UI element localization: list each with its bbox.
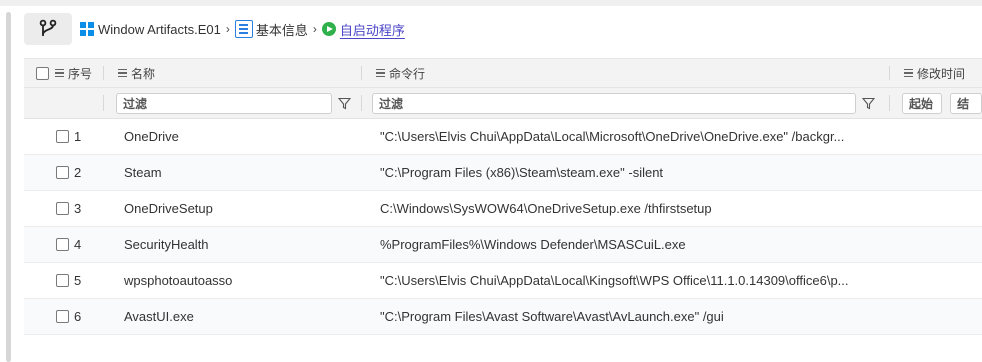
cell-index: 6 (24, 299, 104, 334)
row-index: 1 (74, 129, 82, 144)
cell-index: 4 (24, 227, 104, 262)
header-modified-label: 修改时间 (917, 66, 966, 81)
row-command: C:\Windows\SysWOW64\OneDriveSetup.exe /t… (380, 201, 712, 216)
row-checkbox[interactable] (56, 238, 69, 251)
cell-name: OneDriveSetup (104, 191, 362, 226)
column-menu-icon[interactable] (55, 69, 64, 77)
row-checkbox[interactable] (56, 274, 69, 287)
row-name: OneDrive (124, 129, 179, 144)
row-index: 4 (74, 237, 82, 252)
chevron-right-icon: › (225, 22, 230, 36)
breadcrumb-label: Window Artifacts.E01 (98, 21, 221, 37)
filter-icon[interactable] (862, 97, 875, 110)
column-menu-icon[interactable] (904, 69, 913, 77)
row-command: "C:\Program Files (x86)\Steam\steam.exe"… (380, 165, 664, 180)
row-name: OneDriveSetup (124, 201, 213, 216)
top-strip (0, 0, 982, 6)
breadcrumb-item-basic-info[interactable]: 基本信息 › (234, 20, 322, 39)
command-filter-input[interactable]: 过滤 (372, 92, 856, 114)
cell-index: 5 (24, 263, 104, 298)
breadcrumb-label: 自启动程序 (339, 22, 405, 38)
row-name: wpsphotoautoasso (124, 273, 233, 288)
cell-name: OneDrive (104, 119, 362, 154)
header-command-label: 命令行 (389, 66, 426, 81)
table-header: 序号 名称 命令行 修改时间 (24, 58, 982, 88)
branch-button[interactable] (24, 13, 72, 45)
header-name[interactable]: 名称 (104, 59, 362, 87)
cell-modified (890, 299, 982, 334)
cell-modified (890, 119, 982, 154)
cell-modified (890, 155, 982, 190)
row-command: "C:\Program Files\Avast Software\Avast\A… (380, 309, 724, 324)
breadcrumb-item-startup-programs[interactable]: 自启动程序 (321, 20, 405, 39)
row-checkbox[interactable] (56, 202, 69, 215)
table-row[interactable]: 3 OneDriveSetup C:\Windows\SysWOW64\OneD… (24, 191, 982, 227)
time-end-input[interactable]: 结 (950, 92, 982, 114)
row-checkbox[interactable] (56, 166, 69, 179)
table-row[interactable]: 6 AvastUI.exe "C:\Program Files\Avast So… (24, 299, 982, 335)
row-name: SecurityHealth (124, 237, 209, 252)
chevron-right-icon: › (312, 22, 317, 36)
cell-index: 1 (24, 119, 104, 154)
row-name: Steam (124, 165, 162, 180)
filter-row: 过滤 过滤 起始 结 (24, 88, 982, 119)
filter-index-cell (24, 88, 104, 118)
play-circle-icon (321, 22, 336, 36)
vertical-scrollbar[interactable] (6, 12, 11, 362)
row-checkbox[interactable] (56, 130, 69, 143)
table-row[interactable]: 1 OneDrive "C:\Users\Elvis Chui\AppData\… (24, 119, 982, 155)
row-checkbox[interactable] (56, 310, 69, 323)
cell-command: "C:\Users\Elvis Chui\AppData\Local\Kings… (362, 263, 890, 298)
breadcrumb-item-evidence[interactable]: Window Artifacts.E01 › (80, 22, 235, 37)
cell-index: 3 (24, 191, 104, 226)
list-icon (234, 20, 253, 38)
header-index[interactable]: 序号 (24, 59, 104, 87)
cell-name: SecurityHealth (104, 227, 362, 262)
row-command: "C:\Users\Elvis Chui\AppData\Local\Micro… (380, 129, 845, 144)
table-row[interactable]: 5 wpsphotoautoasso "C:\Users\Elvis Chui\… (24, 263, 982, 299)
cell-command: C:\Windows\SysWOW64\OneDriveSetup.exe /t… (362, 191, 890, 226)
row-command: "C:\Users\Elvis Chui\AppData\Local\Kings… (380, 273, 849, 288)
git-branch-icon (39, 19, 57, 36)
header-name-label: 名称 (131, 66, 156, 81)
cell-modified (890, 227, 982, 262)
cell-command: %ProgramFiles%\Windows Defender\MSASCuiL… (362, 227, 890, 262)
cell-name: Steam (104, 155, 362, 190)
row-index: 2 (74, 165, 82, 180)
table-body: 1 OneDrive "C:\Users\Elvis Chui\AppData\… (24, 119, 982, 335)
row-index: 3 (74, 201, 82, 216)
breadcrumb-label: 基本信息 (255, 22, 308, 38)
cell-name: AvastUI.exe (104, 299, 362, 334)
row-index: 6 (74, 309, 82, 324)
header-index-label: 序号 (68, 66, 93, 81)
select-all-checkbox[interactable] (36, 66, 49, 80)
cell-command: "C:\Program Files (x86)\Steam\steam.exe"… (362, 155, 890, 190)
startup-programs-table: 序号 名称 命令行 修改时间 过滤 过滤 起始 结 1 OneDrive "C:… (24, 58, 982, 362)
cell-command: "C:\Users\Elvis Chui\AppData\Local\Micro… (362, 119, 890, 154)
name-filter-input[interactable]: 过滤 (116, 92, 332, 114)
row-name: AvastUI.exe (124, 309, 194, 324)
filter-icon[interactable] (338, 97, 351, 110)
breadcrumb: Window Artifacts.E01 › 基本信息 › 自启动程序 (24, 10, 982, 48)
cell-modified (890, 191, 982, 226)
column-menu-icon[interactable] (376, 69, 385, 77)
cell-index: 2 (24, 155, 104, 190)
table-row[interactable]: 4 SecurityHealth %ProgramFiles%\Windows … (24, 227, 982, 263)
cell-modified (890, 263, 982, 298)
filter-time-cell: 起始 结 (890, 88, 982, 118)
filter-command-cell: 过滤 (362, 88, 890, 118)
column-menu-icon[interactable] (118, 69, 127, 77)
cell-name: wpsphotoautoasso (104, 263, 362, 298)
header-modified[interactable]: 修改时间 (890, 59, 982, 87)
windows-icon (80, 22, 94, 36)
table-row[interactable]: 2 Steam "C:\Program Files (x86)\Steam\st… (24, 155, 982, 191)
row-index: 5 (74, 273, 82, 288)
cell-command: "C:\Program Files\Avast Software\Avast\A… (362, 299, 890, 334)
filter-name-cell: 过滤 (104, 88, 362, 118)
row-command: %ProgramFiles%\Windows Defender\MSASCuiL… (380, 237, 686, 252)
header-command[interactable]: 命令行 (362, 59, 890, 87)
time-start-input[interactable]: 起始 (902, 92, 943, 114)
